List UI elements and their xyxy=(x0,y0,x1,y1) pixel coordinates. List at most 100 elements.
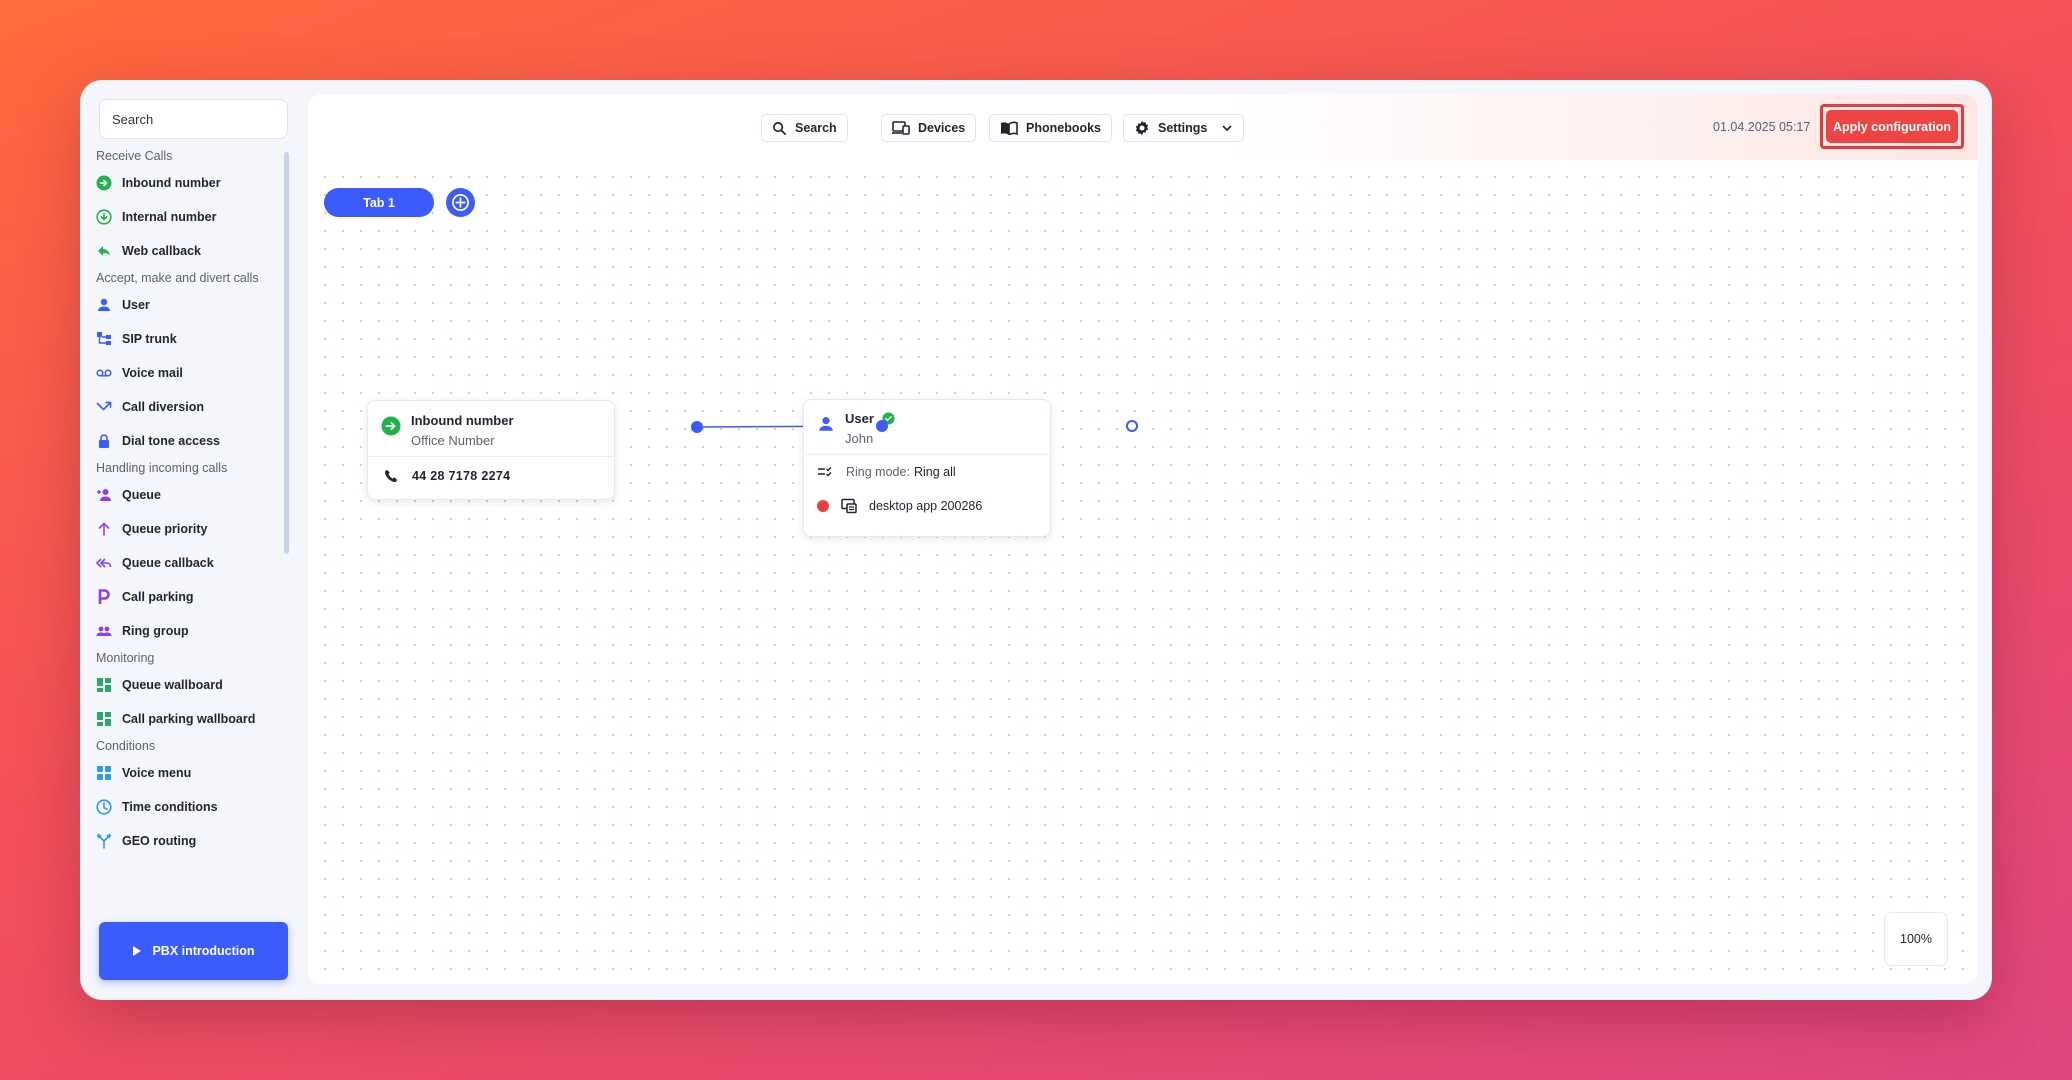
dashboard-icon xyxy=(96,711,112,727)
sidebar-item-label: Call parking xyxy=(122,590,194,604)
devices-button-label: Devices xyxy=(918,121,966,135)
sidebar-item-call-parking-wallboard[interactable]: Call parking wallboard xyxy=(80,702,280,736)
group-icon xyxy=(96,623,112,639)
sidebar-item-label: Time conditions xyxy=(122,800,218,814)
play-icon xyxy=(133,946,142,956)
split-icon xyxy=(96,833,112,849)
section-monitoring: Monitoring xyxy=(96,651,155,665)
sip-trunk-icon xyxy=(96,331,112,347)
sidebar-item-label: Internal number xyxy=(122,210,217,224)
clock-icon xyxy=(96,799,112,815)
pbx-introduction-button[interactable]: PBX introduction xyxy=(99,922,288,980)
sidebar-item-queue[interactable]: Queue xyxy=(80,478,280,512)
devices-icon xyxy=(892,121,910,135)
sidebar-item-queue-wallboard[interactable]: Queue wallboard xyxy=(80,668,280,702)
sidebar-search-input[interactable] xyxy=(112,111,288,127)
flow-canvas[interactable] xyxy=(308,160,1978,984)
inbound-phone-number: 44 28 7178 2274 xyxy=(412,469,511,483)
search-button[interactable]: Search xyxy=(761,114,848,142)
user-icon xyxy=(96,297,112,313)
dashboard-icon xyxy=(96,677,112,693)
call-diversion-icon xyxy=(96,399,112,415)
sidebar-item-label: Voice menu xyxy=(122,766,192,780)
ring-mode-label: Ring mode: xyxy=(846,465,910,479)
user-output-port[interactable] xyxy=(1126,420,1138,432)
sidebar-item-ring-group[interactable]: Ring group xyxy=(80,614,280,648)
settings-button[interactable]: Settings xyxy=(1123,114,1245,142)
sidebar-item-label: Queue callback xyxy=(122,556,214,570)
inbound-phone-row: 44 28 7178 2274 xyxy=(368,457,614,495)
web-callback-icon xyxy=(96,243,112,259)
offline-status-dot xyxy=(817,500,829,512)
sidebar-item-label: User xyxy=(122,298,150,312)
ring-mode-row: Ring mode: Ring all xyxy=(804,455,1050,489)
user-input-port[interactable] xyxy=(876,420,888,432)
zoom-level[interactable]: 100% xyxy=(1884,912,1948,966)
inbound-node-subtitle: Office Number xyxy=(411,433,495,448)
user-node-subtitle: John xyxy=(845,431,874,446)
sidebar-search[interactable] xyxy=(99,99,288,139)
sidebar-item-label: GEO routing xyxy=(122,834,197,848)
desktop-app-icon xyxy=(841,498,857,514)
search-icon xyxy=(773,121,786,135)
sidebar-item-label: Queue priority xyxy=(122,522,208,536)
inbound-output-port[interactable] xyxy=(691,421,703,433)
gear-icon xyxy=(1135,120,1149,136)
parking-icon xyxy=(96,589,112,605)
sidebar-item-time-conditions[interactable]: Time conditions xyxy=(80,790,280,824)
inbound-node-title: Inbound number xyxy=(411,413,514,428)
apply-configuration-highlight: Apply configuration xyxy=(1820,104,1964,149)
inbound-icon xyxy=(96,175,112,191)
sidebar-item-sip-trunk[interactable]: SIP trunk xyxy=(80,322,280,356)
sidebar-item-inbound-number[interactable]: Inbound number xyxy=(80,166,280,200)
sidebar-item-queue-callback[interactable]: Queue callback xyxy=(80,546,280,580)
queue-icon xyxy=(96,487,112,503)
sidebar-item-label: Call diversion xyxy=(122,400,204,414)
toolbar: Search Devices Phonebooks Settings 01.04… xyxy=(308,94,1978,160)
sidebar-item-queue-priority[interactable]: Queue priority xyxy=(80,512,280,546)
sidebar-item-label: Queue wallboard xyxy=(122,678,223,692)
sidebar-item-user[interactable]: User xyxy=(80,288,280,322)
book-icon xyxy=(1001,121,1018,135)
plus-circle-icon xyxy=(452,194,469,211)
user-node[interactable]: User John Ring mode: Ring all desktop ap… xyxy=(803,399,1051,537)
sidebar-item-geo-routing[interactable]: GEO routing xyxy=(80,824,280,858)
section-conditions: Conditions xyxy=(96,739,156,753)
ring-mode-icon xyxy=(818,466,832,477)
sidebar-item-voice-mail[interactable]: Voice mail xyxy=(80,356,280,390)
lock-icon xyxy=(96,433,112,449)
inbound-number-node[interactable]: Inbound number Office Number 44 28 7178 … xyxy=(367,400,615,500)
grid-icon xyxy=(96,765,112,781)
apply-configuration-button[interactable]: Apply configuration xyxy=(1826,110,1958,143)
inbound-icon xyxy=(381,416,401,436)
sidebar-item-label: Dial tone access xyxy=(122,434,220,448)
chevron-down-icon xyxy=(1222,125,1232,132)
sidebar-list: Receive Calls Inbound number Internal nu… xyxy=(80,146,280,858)
search-button-label: Search xyxy=(795,121,837,135)
phonebooks-button-label: Phonebooks xyxy=(1026,121,1102,135)
add-tab-button[interactable] xyxy=(446,188,475,217)
sidebar-item-label: SIP trunk xyxy=(122,332,177,346)
sidebar-item-call-diversion[interactable]: Call diversion xyxy=(80,390,280,424)
sidebar-item-internal-number[interactable]: Internal number xyxy=(80,200,280,234)
sidebar-item-label: Inbound number xyxy=(122,176,221,190)
app-window: Receive Calls Inbound number Internal nu… xyxy=(80,80,1992,1000)
phone-icon xyxy=(384,469,398,483)
section-receive-calls: Receive Calls xyxy=(96,149,173,163)
sidebar-item-voice-menu[interactable]: Voice menu xyxy=(80,756,280,790)
user-node-title: User xyxy=(845,411,874,426)
voicemail-icon xyxy=(96,365,112,381)
tab-1[interactable]: Tab 1 xyxy=(324,188,434,217)
user-icon xyxy=(819,417,833,431)
sidebar-item-web-callback[interactable]: Web callback xyxy=(80,234,280,268)
phonebooks-button[interactable]: Phonebooks xyxy=(989,114,1113,142)
sidebar-scrollbar[interactable] xyxy=(284,152,289,554)
sidebar-item-dial-tone-access[interactable]: Dial tone access xyxy=(80,424,280,458)
sidebar-item-label: Ring group xyxy=(122,624,189,638)
sidebar-item-label: Voice mail xyxy=(122,366,183,380)
devices-button[interactable]: Devices xyxy=(881,114,977,142)
sidebar: Receive Calls Inbound number Internal nu… xyxy=(80,80,300,1000)
section-accept-calls: Accept, make and divert calls xyxy=(96,271,259,285)
sidebar-item-call-parking[interactable]: Call parking xyxy=(80,580,280,614)
arrow-up-icon xyxy=(96,521,112,537)
